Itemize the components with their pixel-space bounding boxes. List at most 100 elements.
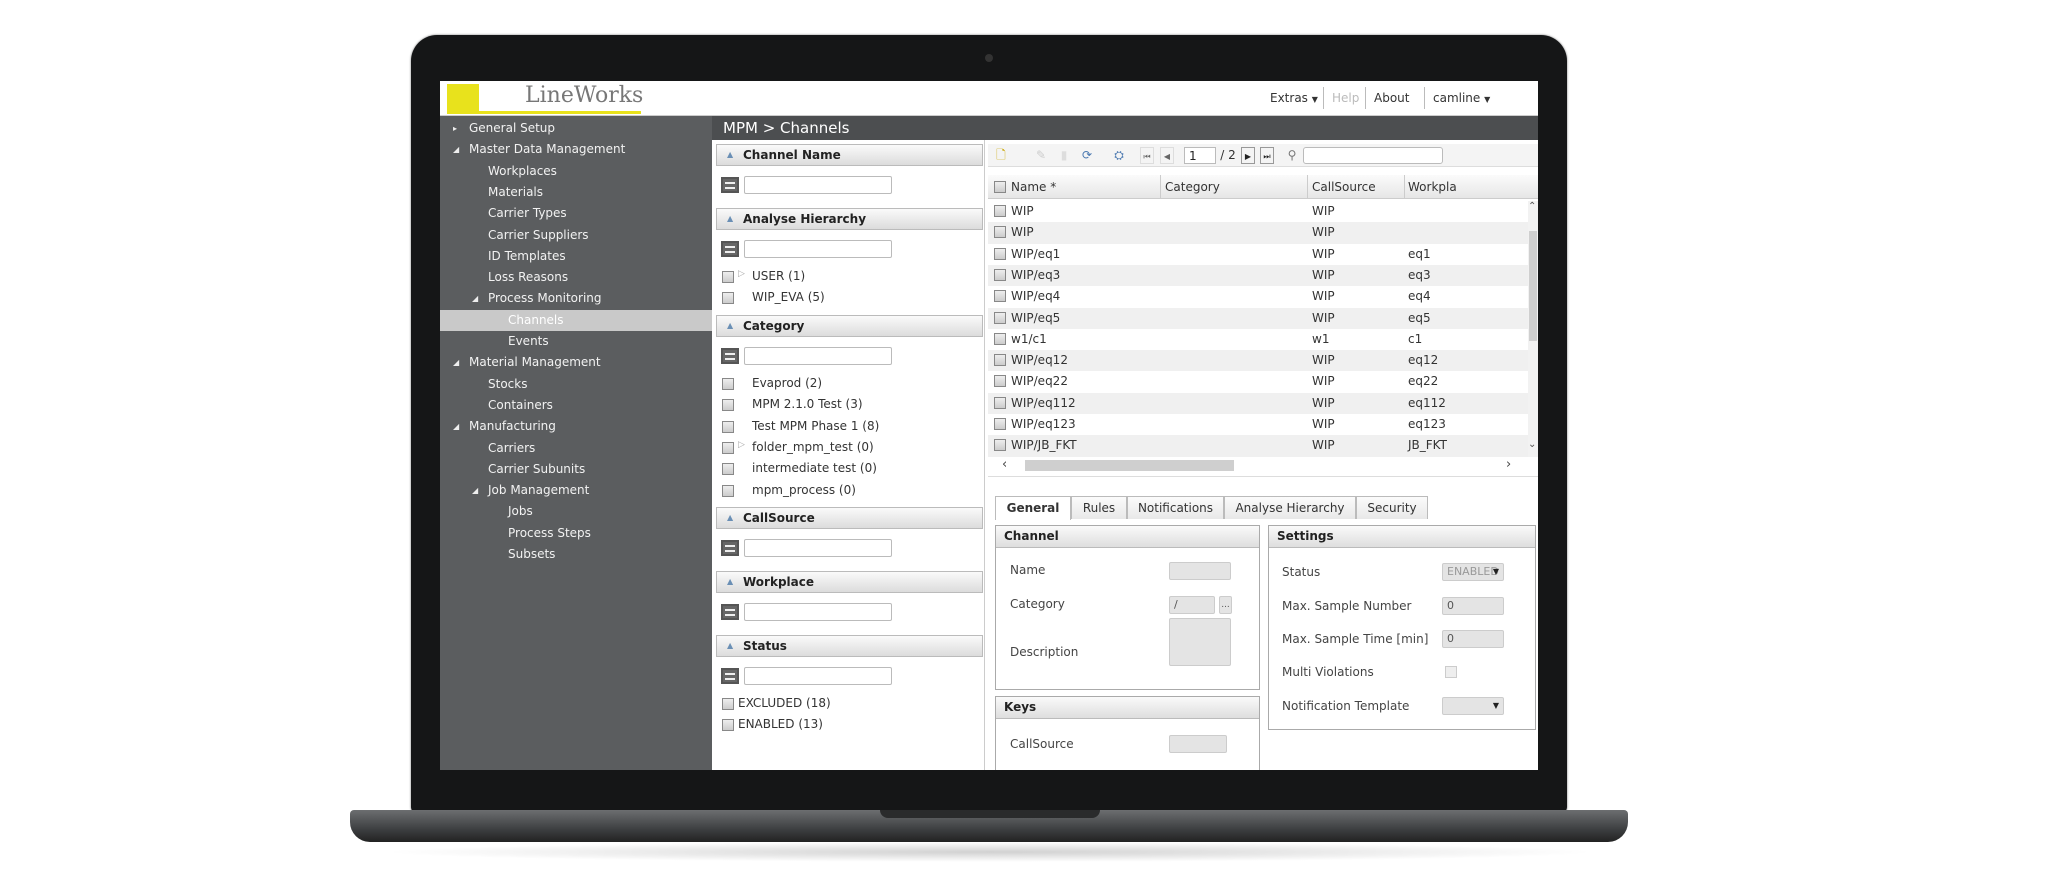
extras-menu[interactable]: Extras ▼ — [1270, 91, 1318, 105]
sidebar-item[interactable]: Subsets — [440, 544, 712, 565]
filter-header-channel-name[interactable]: ▲ Channel Name — [716, 144, 983, 166]
column-divider[interactable] — [1307, 175, 1308, 199]
sidebar-item[interactable]: Materials — [440, 182, 712, 203]
column-header-name[interactable]: Name * — [1011, 180, 1056, 194]
first-page-icon[interactable]: ⏮ — [1140, 147, 1154, 164]
checkbox[interactable] — [722, 484, 734, 497]
user-menu[interactable]: camline ▼ — [1433, 91, 1490, 105]
filter-operator-icon[interactable] — [721, 668, 739, 684]
checkbox[interactable] — [722, 698, 734, 710]
callsource-filter-input[interactable] — [744, 539, 892, 557]
table-row[interactable]: WIP/JB_FKT WIP JB_FKT — [988, 435, 1528, 457]
sidebar-item[interactable]: ◢ Manufacturing — [440, 416, 712, 437]
scroll-down-icon[interactable]: ⌄ — [1528, 439, 1536, 450]
checkbox[interactable] — [722, 378, 734, 390]
sidebar-item[interactable]: ◢ Master Data Management — [440, 139, 712, 160]
table-row[interactable]: w1/c1 w1 c1 — [988, 328, 1528, 351]
table-row[interactable]: WIP/eq123 WIP eq123 — [988, 414, 1528, 436]
sidebar-item[interactable]: Carriers — [440, 438, 712, 459]
description-textarea[interactable] — [1169, 618, 1231, 666]
expanded-arrow-icon[interactable]: ◢ — [472, 288, 478, 309]
sidebar-item[interactable]: Events — [440, 331, 712, 352]
sidebar-item[interactable]: Carrier Suppliers — [440, 225, 712, 246]
sidebar-item[interactable]: Carrier Types — [440, 203, 712, 224]
row-checkbox[interactable] — [994, 439, 1006, 452]
checkbox[interactable] — [722, 292, 734, 304]
row-checkbox[interactable] — [994, 375, 1006, 388]
category-input[interactable]: / — [1169, 596, 1215, 614]
checkbox[interactable] — [722, 420, 734, 433]
column-divider[interactable] — [1160, 175, 1161, 199]
row-checkbox[interactable] — [994, 290, 1006, 303]
table-row[interactable]: WIP WIP — [988, 201, 1528, 223]
table-row[interactable]: WIP/eq22 WIP eq22 — [988, 371, 1528, 393]
column-header-workplace[interactable]: Workpla — [1408, 180, 1457, 194]
table-row[interactable]: WIP/eq112 WIP eq112 — [988, 392, 1528, 414]
filter-header-workplace[interactable]: ▲ Workplace — [716, 571, 983, 593]
sidebar-item[interactable]: ▸ General Setup — [440, 118, 712, 139]
column-header-category[interactable]: Category — [1165, 180, 1220, 194]
sidebar-item[interactable]: Containers — [440, 395, 712, 416]
table-row[interactable]: WIP/eq1 WIP eq1 — [988, 243, 1528, 265]
about-link[interactable]: About — [1374, 91, 1409, 105]
row-checkbox[interactable] — [994, 247, 1006, 260]
splitter[interactable] — [988, 476, 1538, 477]
sidebar-item[interactable]: Channels — [440, 309, 712, 331]
row-checkbox[interactable] — [994, 205, 1006, 217]
last-page-icon[interactable]: ⏭ — [1260, 147, 1274, 164]
row-checkbox[interactable] — [994, 418, 1006, 430]
expand-icon[interactable]: ▷ — [738, 269, 745, 279]
new-icon[interactable]: 🗋 — [994, 147, 1008, 164]
sidebar-item[interactable]: Workplaces — [440, 161, 712, 182]
sidebar-item[interactable]: Carrier Subunits — [440, 459, 712, 480]
max-sample-time-input[interactable]: 0 — [1442, 630, 1504, 648]
expanded-arrow-icon[interactable]: ◢ — [453, 416, 459, 437]
refresh-icon[interactable]: ⟳ — [1080, 147, 1094, 164]
sidebar-item[interactable]: ◢ Job Management — [440, 480, 712, 501]
sidebar-item[interactable]: Loss Reasons — [440, 267, 712, 288]
table-row[interactable]: WIP/eq12 WIP eq12 — [988, 350, 1528, 372]
filter-header-status[interactable]: ▲ Status — [716, 635, 983, 657]
row-checkbox[interactable] — [994, 226, 1006, 239]
category-filter-input[interactable] — [744, 347, 892, 365]
expanded-arrow-icon[interactable]: ◢ — [472, 480, 478, 501]
filter-header-analyse-hierarchy[interactable]: ▲ Analyse Hierarchy — [716, 208, 983, 230]
name-input[interactable] — [1169, 562, 1231, 580]
scroll-left-icon[interactable]: ‹ — [1002, 457, 1007, 472]
collapsed-arrow-icon[interactable]: ▸ — [453, 118, 457, 139]
sidebar-item[interactable]: Jobs — [440, 501, 712, 522]
analyse-hierarchy-filter-input[interactable] — [744, 240, 892, 258]
filter-header-callsource[interactable]: ▲ CallSource — [716, 507, 983, 529]
edit-icon[interactable]: ✎ — [1034, 147, 1048, 164]
binoculars-icon[interactable]: ⛭ — [1110, 147, 1128, 164]
horizontal-scrollbar[interactable]: ‹ › — [988, 457, 1528, 473]
checkbox[interactable] — [722, 441, 734, 454]
table-row[interactable]: WIP WIP — [988, 222, 1528, 244]
scroll-right-icon[interactable]: › — [1506, 457, 1511, 472]
sidebar-item[interactable]: Stocks — [440, 374, 712, 395]
scrollbar-thumb[interactable] — [1529, 231, 1537, 341]
sidebar-item[interactable]: ◢ Material Management — [440, 352, 712, 373]
sidebar-item[interactable]: ID Templates — [440, 246, 712, 267]
help-link[interactable]: Help — [1332, 91, 1359, 105]
multi-violations-checkbox[interactable] — [1445, 666, 1457, 678]
table-row[interactable]: WIP/eq5 WIP eq5 — [988, 307, 1528, 329]
channel-name-filter-input[interactable] — [744, 176, 892, 194]
row-checkbox[interactable] — [994, 311, 1006, 324]
row-checkbox[interactable] — [994, 268, 1006, 281]
prev-page-icon[interactable]: ◀ — [1160, 147, 1174, 164]
status-select[interactable]: ENABLED ▼ — [1442, 563, 1504, 581]
sidebar-item[interactable]: ◢ Process Monitoring — [440, 288, 712, 309]
delete-icon[interactable]: ▮ — [1058, 147, 1070, 164]
expand-icon[interactable]: ▷ — [738, 440, 745, 450]
tab-general[interactable]: General — [995, 496, 1071, 520]
column-divider[interactable] — [1404, 175, 1405, 199]
filter-operator-icon[interactable] — [721, 540, 739, 556]
scroll-up-icon[interactable]: ⌃ — [1528, 201, 1536, 212]
row-checkbox[interactable] — [994, 332, 1006, 345]
filter-operator-icon[interactable] — [721, 348, 739, 364]
expanded-arrow-icon[interactable]: ◢ — [453, 139, 459, 160]
sidebar-item[interactable]: Process Steps — [440, 523, 712, 544]
status-filter-input[interactable] — [744, 667, 892, 685]
workplace-filter-input[interactable] — [744, 603, 892, 621]
